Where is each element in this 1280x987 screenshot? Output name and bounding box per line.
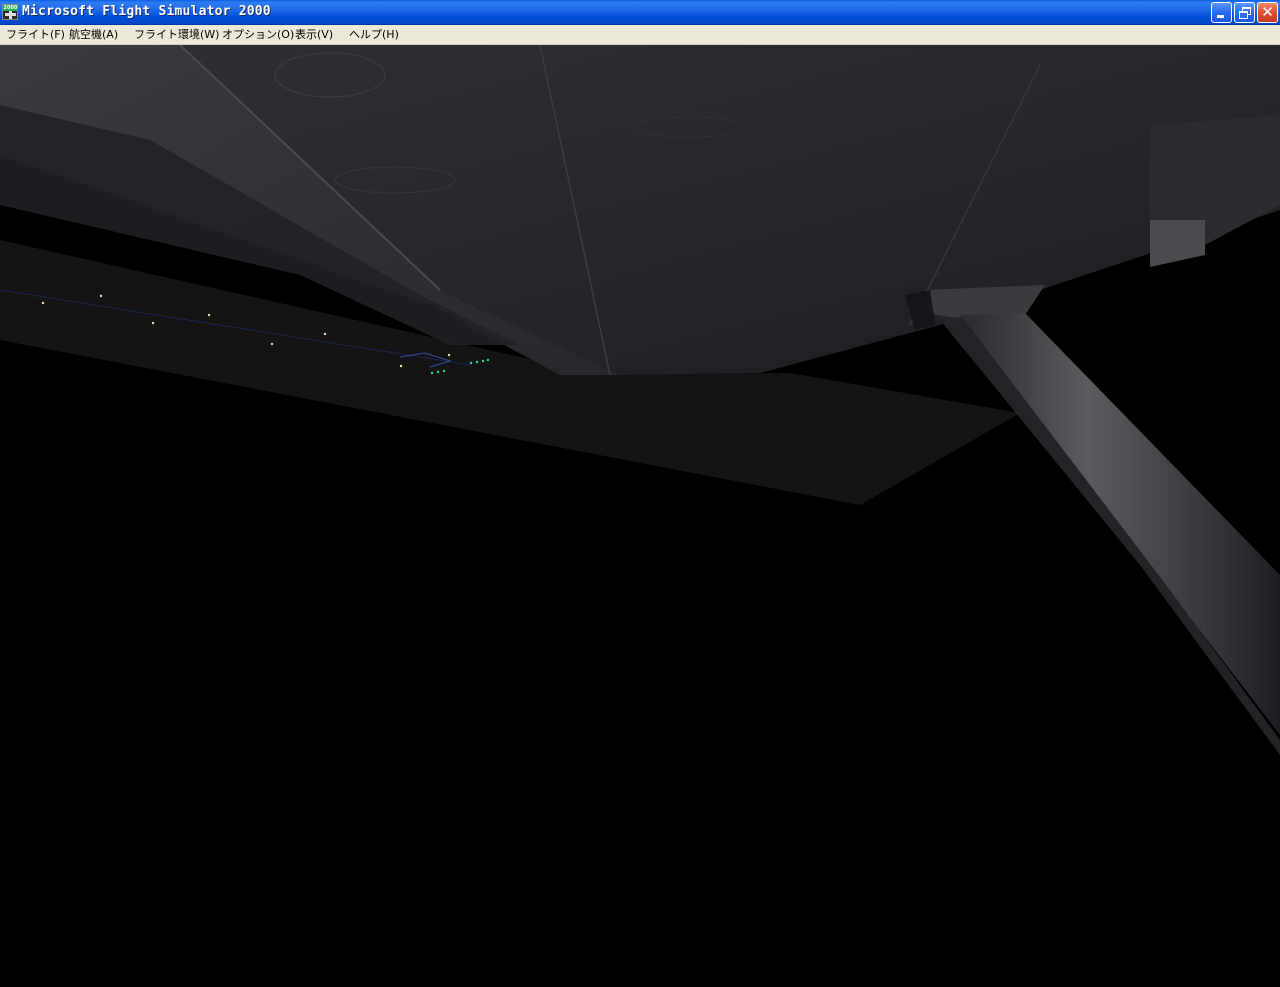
menu-flight[interactable]: フライト(F) [6,27,65,43]
menu-help[interactable]: ヘルプ(H) [349,27,399,43]
fuselage-window [1150,220,1205,267]
menu-world[interactable]: フライト環境(W) [134,27,219,43]
menu-bar: フライト(F) 航空機(A) フライト環境(W) オプション(O) 表示(V) … [0,25,1280,45]
restore-button[interactable] [1234,2,1255,23]
close-button[interactable]: ✕ [1257,2,1278,23]
minimize-button[interactable] [1211,2,1232,23]
menu-options[interactable]: オプション(O) [222,27,294,43]
app-window: 2000 Microsoft Flight Simulator 2000 ✕ フ… [0,0,1280,987]
plane-icon-tail [9,11,12,19]
title-bar[interactable]: 2000 Microsoft Flight Simulator 2000 ✕ [0,0,1280,25]
window-title: Microsoft Flight Simulator 2000 [22,4,271,19]
app-icon[interactable]: 2000 [2,4,18,20]
scene-svg [0,45,1280,755]
menu-view[interactable]: 表示(V) [295,27,333,43]
wing-strut [960,313,1280,735]
close-icon: ✕ [1261,3,1274,21]
menu-aircraft[interactable]: 航空機(A) [69,27,118,43]
restore-icon [1239,11,1248,19]
flight-3d-view[interactable] [0,45,1280,987]
minimize-icon [1217,15,1224,18]
